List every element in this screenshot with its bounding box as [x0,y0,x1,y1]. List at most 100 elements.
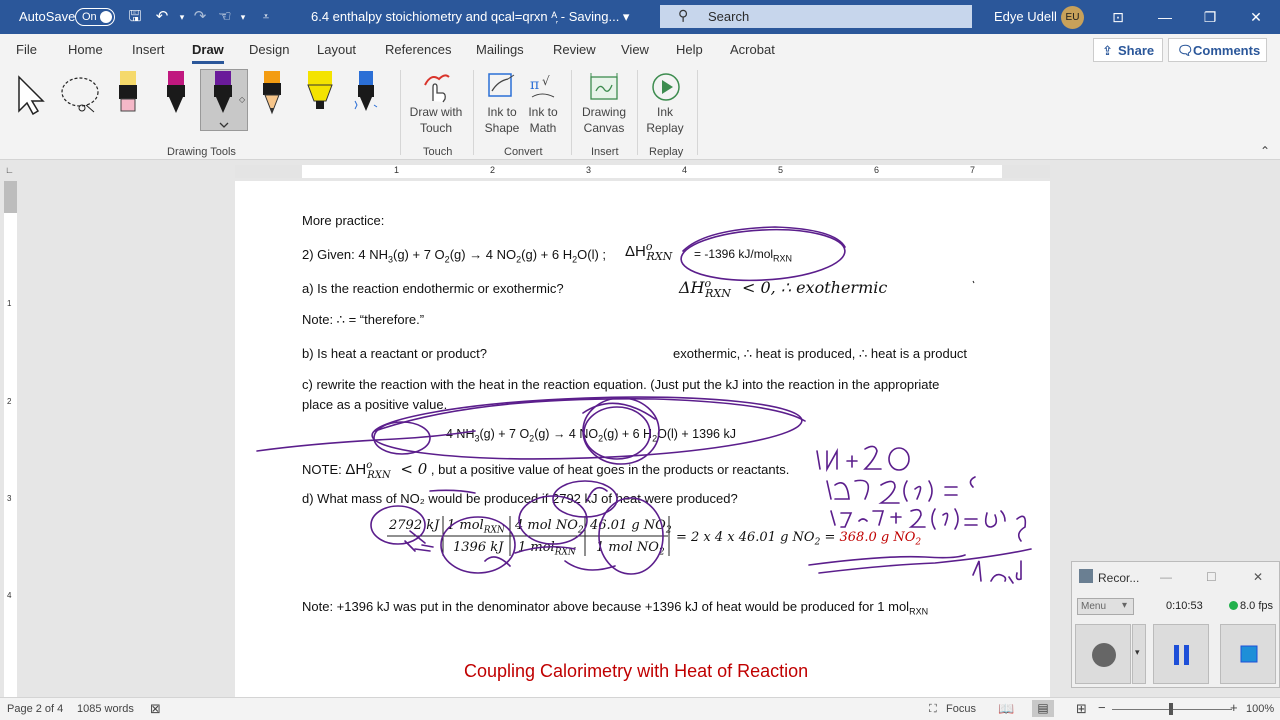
ink-to-math-button[interactable]: Ink to Math [523,104,563,136]
tab-help[interactable]: Help [676,42,703,57]
recorder-maximize-icon[interactable]: ☐ [1206,570,1217,584]
focus-mode-label[interactable]: Focus [946,703,976,715]
zoom-in-icon[interactable]: + [1230,700,1238,715]
avatar[interactable]: EU [1061,6,1084,29]
answer-b: exothermic, ∴ heat is produced, ∴ heat i… [673,346,968,361]
record-icon [1092,643,1116,667]
zoom-slider-thumb[interactable] [1169,703,1173,715]
given-delta-h: ΔHoRXN [625,240,678,263]
doc-question-c-line2: place as a positive value. [302,397,448,412]
highlighter-yellow-icon[interactable] [117,71,139,115]
ribbon-display-icon[interactable]: ⊡ [1106,6,1130,28]
tab-acrobat[interactable]: Acrobat [730,42,775,57]
galaxy-pen-icon[interactable] [352,71,380,115]
drawing-canvas-button[interactable]: Drawing Canvas [578,104,630,136]
customize-qat-icon[interactable]: ⩡ [256,7,276,27]
reaction-part: (g) → 4 NO [534,427,599,441]
ink-to-math-icon[interactable]: π √ [528,71,560,103]
recorder-menu-label: Menu [1081,601,1107,612]
web-layout-icon[interactable]: ⊞ [1076,701,1087,717]
tab-draw[interactable]: Draw [192,42,224,57]
page-count[interactable]: Page 2 of 4 [7,703,63,715]
group-separator [571,70,572,155]
document-page[interactable]: More practice: 2) Given: 4 NH3(g) + 7 O2… [235,181,1050,697]
select-arrow-icon[interactable] [16,75,48,115]
zoom-out-icon[interactable]: − [1098,700,1106,715]
subscript: RXN [646,250,673,263]
given-part: 2) Given: 4 NH [302,247,388,262]
group-separator [697,70,698,155]
zoom-level[interactable]: 100% [1246,703,1274,715]
pause-button[interactable] [1153,624,1209,684]
print-layout-icon[interactable]: ▤ [1032,700,1054,717]
subscript: RXN [367,470,391,481]
autosave-toggle[interactable]: On [75,8,115,26]
ink-to-shape-icon[interactable] [486,71,518,103]
tab-view[interactable]: View [621,42,649,57]
highlighter-bright-yellow-icon[interactable] [306,71,334,115]
tab-selector-icon[interactable]: ∟ [5,165,16,176]
doc-note-positive: NOTE: ΔHoRXN < 0 , but a positive value … [302,460,789,481]
drawing-canvas-icon[interactable] [588,71,620,103]
ribbon: ◇ Drawing Tools Draw with Touch Touch In… [0,65,1280,160]
draw-with-touch-icon[interactable] [421,71,451,103]
draw-with-touch-label-1: Draw with [409,105,463,119]
given-part: O(l) ; [577,247,607,262]
redo-icon[interactable]: ↷ [190,7,210,27]
pencil-orange-icon[interactable] [261,71,283,115]
word-count[interactable]: 1085 words [77,703,134,715]
search-box[interactable]: ⚲ Search [660,5,972,28]
tab-review[interactable]: Review [553,42,596,57]
reaction-part: (g) + 6 H [603,427,653,441]
user-name[interactable]: Edye Udell [994,9,1057,24]
close-icon[interactable]: ✕ [1244,6,1268,28]
tab-design[interactable]: Design [249,42,289,57]
tab-home[interactable]: Home [68,42,103,57]
undo-icon[interactable]: ↶ [152,7,172,27]
vruler-number: 4 [7,591,12,600]
tab-file[interactable]: File [16,42,37,57]
recorder-close-icon[interactable]: ✕ [1253,570,1263,584]
touch-dropdown-icon[interactable]: ▾ [233,7,253,27]
recorder-minimize-icon[interactable]: — [1160,570,1172,584]
recorder-menu-dropdown[interactable]: Menu ▾ [1077,598,1134,615]
tab-layout[interactable]: Layout [317,42,356,57]
stop-button[interactable] [1220,624,1276,684]
delta-h-symbol: ΔH [625,243,646,260]
tab-insert[interactable]: Insert [132,42,165,57]
minimize-icon[interactable]: — [1153,6,1177,28]
save-icon[interactable]: 🖫 [125,7,145,27]
draw-with-touch-button[interactable]: Draw with Touch [405,104,467,136]
enthalpy-value: = -1396 kJ/mol [694,247,774,261]
focus-icon[interactable]: ⛶ [929,703,937,716]
collapse-ribbon-icon[interactable]: ⌃ [1260,144,1270,158]
factor1-numerator: 2792 kJ [389,518,440,533]
ink-to-math-label-1: Ink to [528,105,558,119]
ink-to-shape-button[interactable]: Ink to Shape [480,104,524,136]
recorder-title: Recor... [1098,571,1140,585]
undo-dropdown-icon[interactable]: ▾ [172,7,192,27]
doc-note-therefore: Note: ∴ = “therefore.” [302,312,425,327]
screen-recorder-widget[interactable]: Recor... — ☐ ✕ Menu ▾ 0:10:53 8.0 fps ▾ [1071,561,1280,688]
search-placeholder: Search [708,9,750,24]
record-button[interactable] [1075,624,1131,684]
restore-icon[interactable]: ❐ [1198,6,1222,28]
factor3-numerator: 4 mol NO2 [515,518,584,536]
comments-button[interactable]: 🗨 Comments [1168,38,1267,62]
pen-purple-icon[interactable] [212,71,238,129]
tab-mailings[interactable]: Mailings [476,42,524,57]
tab-references[interactable]: References [385,42,451,57]
pen-magenta-icon[interactable] [165,71,187,115]
ink-replay-button[interactable]: Ink Replay [642,104,688,136]
lasso-select-icon[interactable] [60,75,104,115]
ink-replay-icon[interactable] [650,71,682,103]
horizontal-ruler[interactable]: 1 2 3 4 5 6 7 [235,165,1050,178]
accessibility-icon[interactable]: ⊠ [150,701,161,717]
record-options-button[interactable]: ▾ [1132,624,1146,684]
vertical-ruler[interactable]: 1 2 3 4 [4,181,17,697]
touch-mode-icon[interactable]: ☜ [215,7,235,27]
share-button[interactable]: ⇪ Share [1093,38,1163,62]
group-drawing-tools: Drawing Tools [167,146,236,158]
read-mode-icon[interactable]: 📖 [998,701,1014,717]
vertical-ruler-margin [4,181,17,213]
